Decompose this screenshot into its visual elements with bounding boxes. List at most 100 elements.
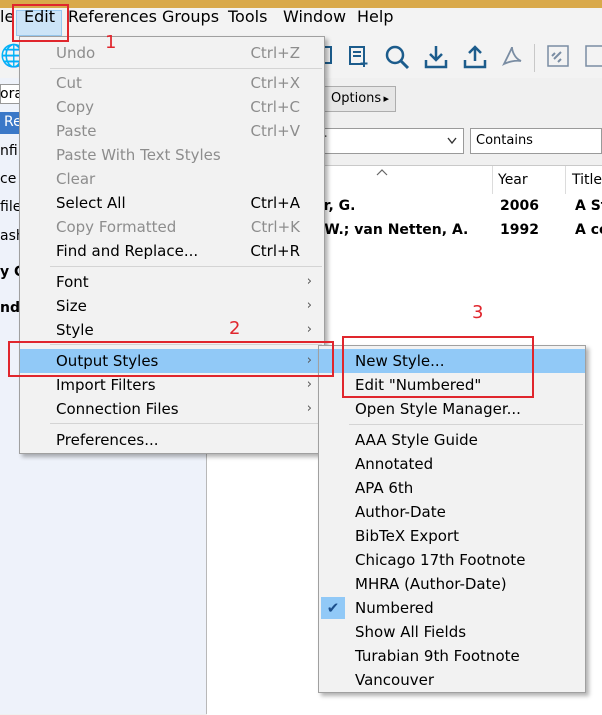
annotation-label-3: 3 xyxy=(472,302,484,323)
menu-item-label: Select All xyxy=(56,194,126,212)
menu-item-label: Vancouver xyxy=(355,671,434,689)
menu-item-preferences[interactable]: Preferences... xyxy=(20,428,324,452)
menu-item-size[interactable]: Size › xyxy=(20,294,324,318)
online-search-icon[interactable] xyxy=(384,44,410,70)
menu-item-style[interactable]: Style › xyxy=(20,318,324,342)
annotation-label-1: 1 xyxy=(105,32,117,53)
menu-window[interactable]: Window xyxy=(283,6,346,28)
menu-item-label: Show All Fields xyxy=(355,623,467,641)
menu-item-font[interactable]: Font › xyxy=(20,270,324,294)
menu-item-copy-formatted[interactable]: Copy Formatted Ctrl+K xyxy=(20,215,324,239)
menu-item-shortcut: Ctrl+A xyxy=(250,194,300,212)
menu-item-undo[interactable]: Undo Ctrl+Z xyxy=(20,41,324,65)
menu-references[interactable]: References xyxy=(68,6,157,28)
new-reference-icon[interactable] xyxy=(346,44,372,70)
menu-item-style-vancouver[interactable]: Vancouver xyxy=(319,668,585,692)
checkmark-icon: ✔ xyxy=(321,597,345,619)
menu-item-cut[interactable]: Cut Ctrl+X xyxy=(20,71,324,95)
left-text-fragment: ora xyxy=(0,86,20,102)
menu-item-style-show-all-fields[interactable]: Show All Fields xyxy=(319,620,585,644)
menu-tools[interactable]: Tools xyxy=(228,6,267,28)
menu-item-style-annotated[interactable]: Annotated xyxy=(319,452,585,476)
menu-item-label: Style xyxy=(56,321,94,339)
menu-item-style-author-date[interactable]: Author-Date xyxy=(319,500,585,524)
menu-item-style-apa[interactable]: APA 6th xyxy=(319,476,585,500)
cell-author: or, G. xyxy=(314,198,356,214)
options-label: Options xyxy=(331,91,382,106)
chevron-down-icon xyxy=(447,137,457,145)
menu-item-shortcut: Ctrl+X xyxy=(250,74,300,92)
link-icon[interactable] xyxy=(545,44,571,70)
menu-item-open-style-manager[interactable]: Open Style Manager... xyxy=(319,397,585,421)
left-text-fragment: file xyxy=(0,199,20,215)
menu-item-shortcut: Ctrl+Z xyxy=(250,44,300,62)
cell-title: A St xyxy=(575,198,602,214)
pdf-icon[interactable] xyxy=(499,44,525,70)
menu-item-label: Paste xyxy=(56,122,97,140)
cell-author: , W.; van Netten, A. xyxy=(314,222,469,238)
menu-item-label: BibTeX Export xyxy=(355,527,459,545)
menu-item-style-numbered[interactable]: ✔ Numbered xyxy=(319,596,585,620)
menu-item-clear[interactable]: Clear xyxy=(20,167,324,191)
toolbar-separator xyxy=(534,44,535,72)
menu-item-connection-files[interactable]: Connection Files › xyxy=(20,397,324,421)
menu-groups[interactable]: Groups xyxy=(162,6,219,28)
menu-item-label: Size xyxy=(56,297,87,315)
menu-item-label: Copy Formatted xyxy=(56,218,177,236)
menu-item-label: MHRA (Author-Date) xyxy=(355,575,507,593)
menu-item-find-and-replace[interactable]: Find and Replace... Ctrl+R xyxy=(20,239,324,263)
menu-item-style-bibtex[interactable]: BibTeX Export xyxy=(319,524,585,548)
menu-item-label: Find and Replace... xyxy=(56,242,199,260)
match-mode-select[interactable]: Contains xyxy=(470,128,602,154)
menu-item-paste-with-text-styles[interactable]: Paste With Text Styles xyxy=(20,143,324,167)
menu-item-label: Cut xyxy=(56,74,82,92)
left-text-fragment: nd xyxy=(0,300,20,316)
annotation-box-3 xyxy=(342,336,534,398)
menu-separator xyxy=(50,68,322,69)
chevron-right-icon: › xyxy=(306,401,312,416)
column-divider xyxy=(565,166,566,194)
menu-help[interactable]: Help xyxy=(357,6,393,28)
menu-item-label: Chicago 17th Footnote xyxy=(355,551,526,569)
share-icon[interactable] xyxy=(582,44,602,70)
annotation-label-2: 2 xyxy=(229,318,241,339)
chevron-right-icon: › xyxy=(306,274,312,289)
match-mode-value: Contains xyxy=(476,133,533,148)
sort-arrow-icon[interactable] xyxy=(376,168,388,176)
left-text-fragment: y G xyxy=(0,264,20,280)
menu-item-paste[interactable]: Paste Ctrl+V xyxy=(20,119,324,143)
menu-item-label: Undo xyxy=(56,44,96,62)
menu-item-style-turabian[interactable]: Turabian 9th Footnote xyxy=(319,644,585,668)
edit-menu: Undo Ctrl+Z Cut Ctrl+X Copy Ctrl+C Paste… xyxy=(19,36,325,454)
menu-item-label: Open Style Manager... xyxy=(355,400,521,418)
column-header-title[interactable]: Title xyxy=(572,172,602,188)
menu-item-label: AAA Style Guide xyxy=(355,431,478,449)
cell-title: A co xyxy=(575,222,602,238)
chevron-right-icon: ▸ xyxy=(383,92,389,105)
menu-item-shortcut: Ctrl+V xyxy=(250,122,300,140)
menu-item-shortcut: Ctrl+K xyxy=(250,218,300,236)
column-header-year[interactable]: Year xyxy=(498,172,528,188)
cell-year: 2006 xyxy=(500,198,539,214)
import-icon[interactable] xyxy=(423,44,449,70)
left-text-fragment: ce xyxy=(0,171,17,187)
chevron-right-icon: › xyxy=(306,322,312,337)
menu-item-copy[interactable]: Copy Ctrl+C xyxy=(20,95,324,119)
menu-item-label: Preferences... xyxy=(56,431,159,449)
menu-item-label: Connection Files xyxy=(56,400,179,418)
menu-item-style-chicago[interactable]: Chicago 17th Footnote xyxy=(319,548,585,572)
menu-item-style-aaa[interactable]: AAA Style Guide xyxy=(319,428,585,452)
menu-item-select-all[interactable]: Select All Ctrl+A xyxy=(20,191,324,215)
left-text-fragment: nfi xyxy=(0,143,18,159)
menu-item-label: Author-Date xyxy=(355,503,446,521)
export-icon[interactable] xyxy=(462,44,488,70)
column-divider xyxy=(492,166,493,194)
menu-item-style-mhra[interactable]: MHRA (Author-Date) xyxy=(319,572,585,596)
menu-separator xyxy=(50,423,322,424)
menu-item-label: Font xyxy=(56,273,89,291)
left-text-fragment: ash xyxy=(0,228,20,244)
menu-separator xyxy=(349,424,583,425)
menu-item-label: Clear xyxy=(56,170,96,188)
chevron-right-icon: › xyxy=(306,298,312,313)
search-options-button[interactable]: Options ▸ xyxy=(324,86,396,112)
